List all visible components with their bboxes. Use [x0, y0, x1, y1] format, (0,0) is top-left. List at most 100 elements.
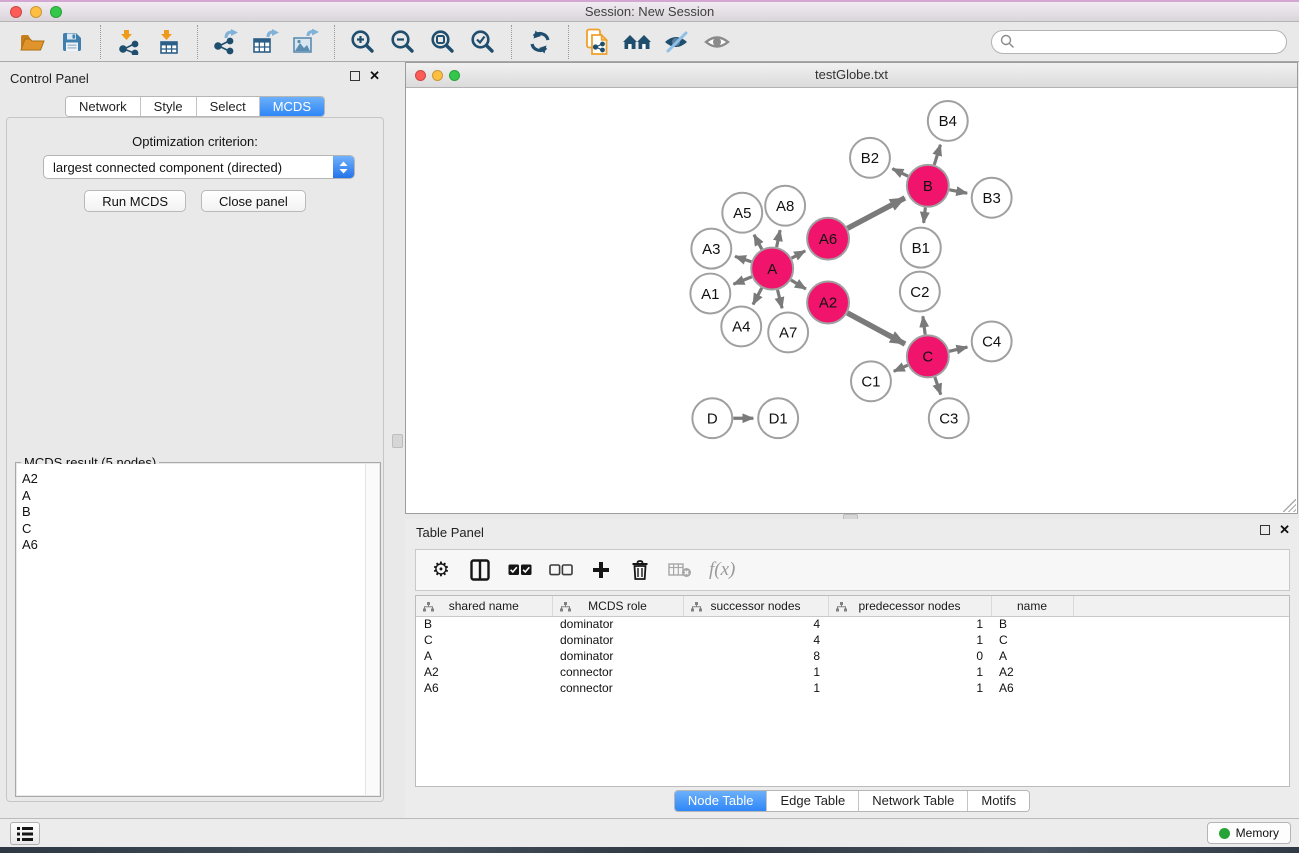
network-canvas[interactable]: B4B2BB3A8A5A6B1A3AA1C2A2A4A7C4CC1C3DD1	[406, 89, 1297, 513]
table-cell[interactable]: connector	[552, 680, 683, 696]
vertical-splitter-handle[interactable]	[392, 434, 403, 448]
mcds-result-item[interactable]: A	[22, 488, 379, 505]
node-B2[interactable]: B2	[850, 138, 890, 178]
table-cell[interactable]: dominator	[552, 616, 683, 632]
edge-A-A4[interactable]	[753, 288, 762, 305]
table-cell[interactable]: 1	[828, 632, 991, 648]
zoom-in-button[interactable]	[343, 24, 383, 60]
node-B3[interactable]: B3	[972, 178, 1012, 218]
import-network-button[interactable]	[109, 24, 149, 60]
refresh-button[interactable]	[520, 24, 560, 60]
zoom-fit-button[interactable]	[423, 24, 463, 60]
edge-C-C4[interactable]	[949, 347, 967, 351]
close-table-panel-icon[interactable]: ✕	[1279, 525, 1290, 535]
export-network-button[interactable]	[206, 24, 246, 60]
close-panel-button[interactable]: Close panel	[201, 190, 306, 212]
node-A8[interactable]: A8	[765, 186, 805, 226]
node-B[interactable]: B	[907, 165, 949, 207]
mcds-result-item[interactable]: A2	[22, 471, 379, 488]
table-cell[interactable]: 1	[683, 664, 828, 680]
edge-A-A1[interactable]	[733, 277, 751, 284]
network-graph[interactable]: B4B2BB3A8A5A6B1A3AA1C2A2A4A7C4CC1C3DD1	[406, 89, 1297, 513]
resize-grip[interactable]	[1283, 499, 1296, 512]
tab-network[interactable]: Network	[66, 97, 141, 116]
table-cell[interactable]: C	[991, 632, 1073, 648]
node-B4[interactable]: B4	[928, 101, 968, 141]
table-cell[interactable]: B	[991, 616, 1073, 632]
mcds-result-list[interactable]: A2ABCA6	[17, 464, 379, 795]
minimize-network-button[interactable]	[432, 70, 443, 81]
col-name[interactable]: name	[991, 596, 1073, 616]
tab-select[interactable]: Select	[197, 97, 260, 116]
open-session-button[interactable]	[12, 24, 52, 60]
tab-node-table[interactable]: Node Table	[675, 791, 768, 811]
delete-table-button[interactable]	[668, 557, 692, 583]
node-B1[interactable]: B1	[901, 228, 941, 268]
table-cell[interactable]: A6	[416, 680, 552, 696]
result-list-scrollbar[interactable]	[365, 464, 379, 795]
optimization-criterion-select[interactable]: largest connected component (directed)	[43, 155, 355, 179]
node-C2[interactable]: C2	[900, 272, 940, 312]
mcds-result-item[interactable]: C	[22, 521, 379, 538]
hide-selected-button[interactable]	[657, 24, 697, 60]
table-cell[interactable]: 8	[683, 648, 828, 664]
node-A2[interactable]: A2	[807, 282, 849, 324]
edge-A-A2[interactable]	[791, 280, 806, 289]
table-cell[interactable]: 1	[828, 680, 991, 696]
node-C1[interactable]: C1	[851, 361, 891, 401]
edge-A-A5[interactable]	[754, 235, 762, 250]
node-A7[interactable]: A7	[768, 312, 808, 352]
table-cell[interactable]: connector	[552, 664, 683, 680]
col-successor-nodes[interactable]: successor nodes	[683, 596, 828, 616]
table-cell[interactable]: dominator	[552, 632, 683, 648]
table-cell[interactable]: 1	[828, 664, 991, 680]
node-A5[interactable]: A5	[722, 193, 762, 233]
two-houses-button[interactable]	[617, 24, 657, 60]
table-row[interactable]: A6connector11A6	[416, 680, 1289, 696]
table-row[interactable]: Cdominator41C	[416, 632, 1289, 648]
edge-B-B3[interactable]	[949, 190, 967, 193]
clone-network-button[interactable]	[577, 24, 617, 60]
deselect-all-button[interactable]	[549, 557, 573, 583]
export-table-button[interactable]	[246, 24, 286, 60]
node-A[interactable]: A	[751, 248, 793, 290]
table-cell[interactable]: A6	[991, 680, 1073, 696]
tab-mcds[interactable]: MCDS	[260, 97, 324, 116]
table-cell[interactable]: 4	[683, 616, 828, 632]
float-panel-icon[interactable]	[350, 71, 360, 81]
node-C[interactable]: C	[907, 335, 949, 377]
import-table-button[interactable]	[149, 24, 189, 60]
table-row[interactable]: Bdominator41B	[416, 616, 1289, 632]
close-panel-icon[interactable]: ✕	[369, 71, 380, 81]
table-cell[interactable]: 1	[683, 680, 828, 696]
zoom-network-button[interactable]	[449, 70, 460, 81]
edge-A2-C[interactable]	[847, 313, 905, 344]
minimize-window-button[interactable]	[30, 6, 42, 18]
edge-A-A7[interactable]	[778, 290, 783, 308]
tab-network-table[interactable]: Network Table	[859, 791, 968, 811]
zoom-window-button[interactable]	[50, 6, 62, 18]
export-image-button[interactable]	[286, 24, 326, 60]
table-row[interactable]: A2connector11A2	[416, 664, 1289, 680]
node-D1[interactable]: D1	[758, 398, 798, 438]
edge-A-A3[interactable]	[735, 256, 751, 261]
tab-motifs[interactable]: Motifs	[968, 791, 1029, 811]
run-mcds-button[interactable]: Run MCDS	[84, 190, 186, 212]
split-columns-button[interactable]	[469, 557, 491, 583]
function-builder-button[interactable]: f(x)	[709, 557, 735, 583]
table-cell[interactable]: A	[416, 648, 552, 664]
table-cell[interactable]: dominator	[552, 648, 683, 664]
edge-C-C1[interactable]	[894, 365, 908, 371]
table-cell[interactable]: C	[416, 632, 552, 648]
show-all-button[interactable]	[697, 24, 737, 60]
edge-B-B4[interactable]	[934, 145, 940, 165]
node-C3[interactable]: C3	[929, 398, 969, 438]
col-mcds-role[interactable]: MCDS role	[552, 596, 683, 616]
edge-A-A8[interactable]	[777, 230, 780, 247]
select-all-button[interactable]	[508, 557, 532, 583]
col-predecessor-nodes[interactable]: predecessor nodes	[828, 596, 991, 616]
table-cell[interactable]: 1	[828, 616, 991, 632]
edge-C-C3[interactable]	[935, 377, 941, 394]
node-A4[interactable]: A4	[721, 306, 761, 346]
zoom-out-button[interactable]	[383, 24, 423, 60]
